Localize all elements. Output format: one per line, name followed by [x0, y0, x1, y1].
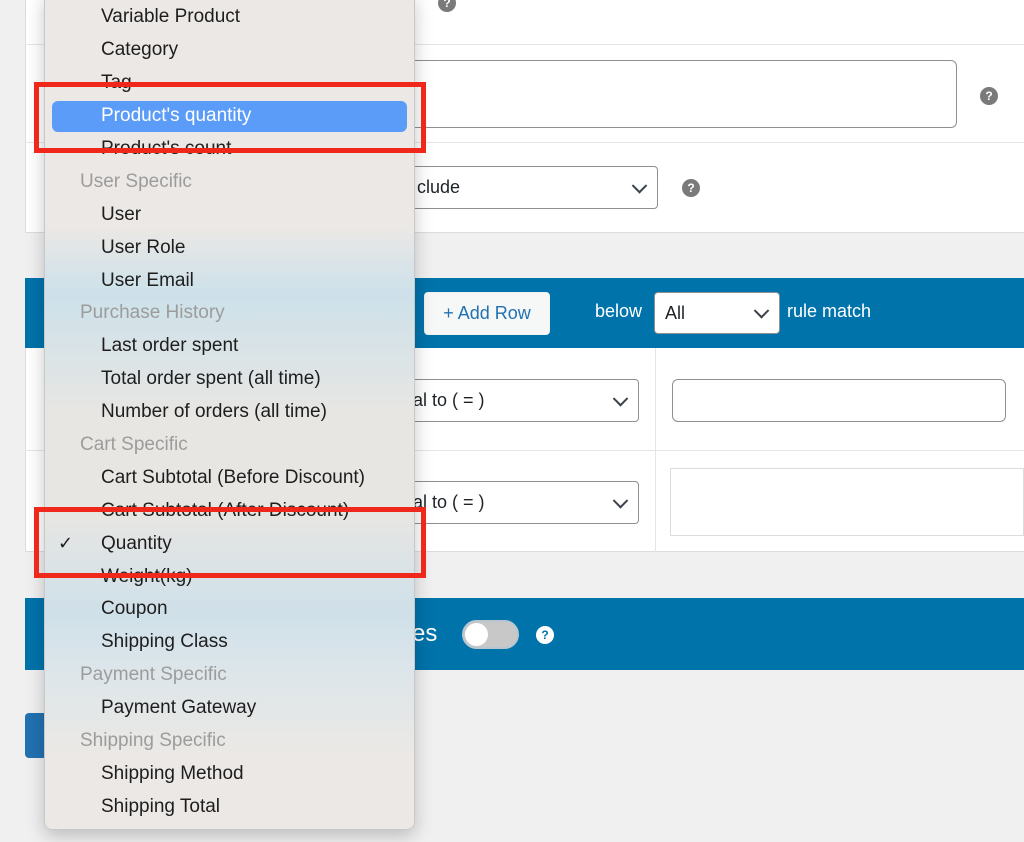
toggle-knob — [465, 623, 488, 646]
menu-option-cart-subtotal-before-discount[interactable]: Cart Subtotal (Before Discount) — [45, 461, 414, 494]
menu-item-label: Purchase History — [80, 302, 225, 324]
operator-value: al to ( = ) — [413, 390, 485, 410]
menu-item-label: User — [101, 203, 142, 225]
checkmark-icon: ✓ — [58, 533, 74, 554]
menu-item-label: Total order spent (all time) — [101, 368, 321, 390]
menu-option-shipping-total[interactable]: Shipping Total — [45, 790, 414, 823]
menu-option-tag[interactable]: Tag — [45, 67, 414, 100]
help-icon[interactable]: ? — [536, 626, 554, 644]
rule-match-select[interactable]: All — [654, 292, 780, 334]
menu-option-payment-gateway[interactable]: Payment Gateway — [45, 692, 414, 725]
menu-option-weight-kg[interactable]: Weight(kg) — [45, 560, 414, 593]
menu-group-shipping-specific: Shipping Specific — [45, 725, 414, 758]
menu-option-coupon[interactable]: Coupon — [45, 593, 414, 626]
menu-item-label: User Specific — [80, 170, 192, 192]
menu-item-label: Last order spent — [101, 335, 239, 357]
menu-item-label: User Email — [101, 269, 194, 291]
menu-item-label: Cart Subtotal (Before Discount) — [101, 466, 366, 488]
chevron-down-icon — [612, 492, 629, 509]
below-label: below — [595, 301, 643, 321]
menu-item-label: User Role — [101, 236, 186, 258]
menu-group-payment-specific: Payment Specific — [45, 659, 414, 692]
menu-option-last-order-spent[interactable]: Last order spent — [45, 330, 414, 363]
menu-option-quantity[interactable]: ✓ Quantity — [45, 527, 414, 560]
help-icon[interactable]: ? — [980, 87, 998, 105]
menu-option-user-email[interactable]: User Email — [45, 264, 414, 297]
condition-dropdown-menu: Variable Product Category Tag Product's qua… — [44, 0, 415, 830]
menu-option-cart-subtotal-after-discount[interactable]: Cart Subtotal (After Discount) — [45, 494, 414, 527]
menu-item-label: Category — [101, 39, 179, 61]
add-row-button[interactable]: + Add Row — [424, 292, 550, 335]
menu-option-variable-product[interactable]: Variable Product — [45, 1, 414, 34]
menu-item-label: Variable Product — [101, 6, 241, 28]
menu-item-label: Cart Subtotal (After Discount) — [101, 499, 350, 521]
chevron-down-icon — [631, 177, 648, 194]
menu-group-user-specific: User Specific — [45, 165, 414, 198]
dropdown-options-list: Variable Product Category Tag Product's qua… — [45, 1, 414, 823]
description-textarea[interactable] — [380, 60, 957, 128]
menu-option-shipping-method[interactable]: Shipping Method — [45, 757, 414, 790]
menu-option-user[interactable]: User — [45, 198, 414, 231]
condition-type-select[interactable]: clude — [380, 166, 658, 209]
rule-row-2-value-input[interactable] — [670, 468, 1024, 536]
operator-value: al to ( = ) — [413, 492, 485, 512]
menu-item-label: Product's count — [101, 138, 232, 159]
menu-item-label: Shipping Total — [101, 795, 221, 817]
menu-item-label: Shipping Class — [101, 631, 228, 653]
menu-item-label: Payment Gateway — [101, 697, 257, 719]
menu-option-number-of-orders-all-time[interactable]: Number of orders (all time) — [45, 396, 414, 429]
menu-item-label: Product's quantity — [101, 105, 252, 127]
menu-option-product-s-count[interactable]: Product's count — [45, 133, 414, 166]
menu-item-label: Shipping Method — [101, 762, 244, 784]
menu-option-shipping-class[interactable]: Shipping Class — [45, 626, 414, 659]
menu-item-label: Payment Specific — [80, 664, 227, 686]
menu-option-user-role[interactable]: User Role — [45, 231, 414, 264]
menu-item-label: Number of orders (all time) — [101, 401, 327, 423]
rule-match-label: rule match — [787, 301, 872, 321]
menu-item-label: Cart Specific — [80, 434, 188, 456]
menu-item-label: Shipping Specific — [80, 730, 226, 752]
options-bar-label: es — [412, 620, 438, 647]
menu-item-label: Tag — [101, 72, 132, 94]
menu-option-category[interactable]: Category — [45, 34, 414, 67]
rule-row-2-operator-select[interactable]: al to ( = ) — [380, 481, 639, 524]
chevron-down-icon — [612, 390, 629, 407]
menu-group-cart-specific: Cart Specific — [45, 429, 414, 462]
options-toggle[interactable] — [462, 620, 519, 649]
rule-row-1-operator-select[interactable]: al to ( = ) — [380, 379, 639, 422]
help-icon[interactable]: ? — [682, 179, 700, 197]
menu-option-total-order-spent-all-time[interactable]: Total order spent (all time) — [45, 363, 414, 396]
menu-item-label: Coupon — [101, 598, 168, 620]
chevron-down-icon — [753, 303, 770, 319]
condition-type-value: clude — [417, 177, 461, 197]
rule-match-value: All — [665, 302, 686, 323]
rule-row-1-value-input[interactable] — [672, 379, 1006, 422]
menu-item-label: Quantity — [101, 532, 172, 554]
menu-option-product-s-quantity[interactable]: Product's quantity — [45, 100, 414, 133]
menu-item-label: Weight(kg) — [101, 565, 193, 587]
menu-group-purchase-history: Purchase History — [45, 297, 414, 330]
